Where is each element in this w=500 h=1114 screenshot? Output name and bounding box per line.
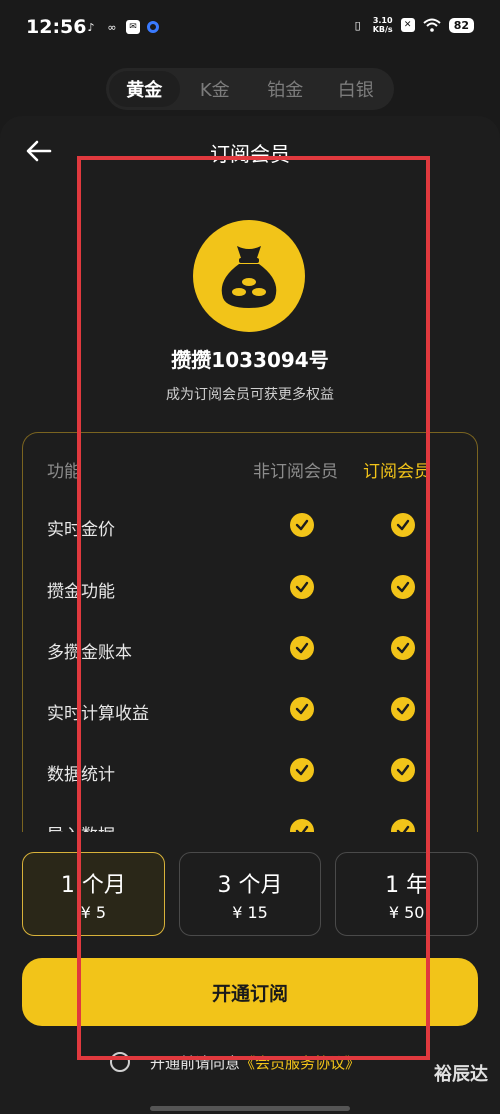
- check-icon: [391, 758, 415, 782]
- subscription-sheet: 订阅会员 攒攒1033094号 成为订阅会员可获更多权益 功能 非订阅会员 订阅…: [0, 116, 500, 1114]
- plan-price: ¥ 50: [388, 902, 425, 922]
- feature-name: 实时计算收益: [47, 704, 149, 724]
- vibrate-icon: ▯: [354, 18, 361, 32]
- link-icon: ∞: [107, 20, 117, 34]
- subscribe-button[interactable]: 开通订阅: [22, 958, 478, 1026]
- app-notification-icon: [147, 21, 159, 33]
- check-icon: [290, 575, 314, 599]
- feature-row: 多攒金账本: [23, 632, 477, 672]
- agreement-prefix: 开通前请同意: [150, 1053, 241, 1072]
- check-icon: [391, 636, 415, 660]
- tab-gold[interactable]: 黄金: [109, 71, 180, 107]
- member-benefit-subtitle: 成为订阅会员可获更多权益: [166, 387, 334, 403]
- home-indicator: [150, 1106, 350, 1111]
- username: 攒攒1033094号: [171, 348, 329, 372]
- plan-duration: 1 个月: [60, 872, 126, 898]
- agreement-row: 开通前请同意《会员服务协议》: [110, 1048, 360, 1076]
- features-header: 功能 非订阅会员 订阅会员: [23, 457, 477, 487]
- no-sim-icon: ✕: [400, 18, 415, 32]
- watermark: 裕辰达: [434, 1064, 488, 1085]
- avatar: [193, 220, 305, 332]
- check-icon: [290, 697, 314, 721]
- check-icon: [290, 819, 314, 832]
- plan-1-year[interactable]: 1 年 ¥ 50: [335, 852, 479, 936]
- feature-row: 攒金功能: [23, 571, 477, 611]
- feature-name: 攒金功能: [47, 582, 115, 602]
- features-comparison-card: 功能 非订阅会员 订阅会员 实时金价 攒金功能 多攒金账本 实时计算收益 数据统…: [22, 432, 478, 832]
- tiktok-icon: ♪: [87, 20, 95, 34]
- status-right-icons: ▯ 3.10 KB/s ✕ 82: [351, 16, 474, 34]
- plan-1-month[interactable]: 1 个月 ¥ 5: [22, 852, 165, 936]
- mail-icon: ✉: [126, 20, 140, 34]
- feature-name: 多攒金账本: [47, 643, 132, 663]
- plan-3-months[interactable]: 3 个月 ¥ 15: [178, 852, 322, 936]
- subscription-plans: 1 个月 ¥ 5 3 个月 ¥ 15 1 年 ¥ 50: [22, 852, 479, 936]
- feature-name: 导入数据: [47, 821, 115, 832]
- check-icon: [290, 636, 314, 660]
- check-icon: [290, 758, 314, 782]
- feature-name: 数据统计: [47, 765, 115, 785]
- status-bar: 12:56 ♪ ∞ ✉ ▯ 3.10 KB/s ✕ 82: [0, 0, 500, 60]
- net-speed-unit: KB/s: [372, 25, 393, 34]
- check-icon: [391, 513, 415, 537]
- feature-name: 实时金价: [47, 520, 115, 540]
- page-title: 订阅会员: [210, 142, 290, 166]
- plan-duration: 3 个月: [217, 872, 283, 898]
- plan-price: ¥ 15: [232, 902, 268, 922]
- tab-k-gold[interactable]: K金: [180, 71, 251, 107]
- net-speed: 3.10 KB/s: [373, 16, 393, 34]
- feature-row: 实时计算收益: [23, 693, 477, 733]
- status-time: 12:56: [26, 16, 87, 38]
- wifi-icon: [423, 18, 441, 32]
- feature-row: 数据统计: [23, 754, 477, 794]
- plan-price: ¥ 5: [80, 902, 107, 922]
- check-icon: [391, 819, 415, 832]
- column-non-member: 非订阅会员: [253, 462, 338, 482]
- check-icon: [290, 513, 314, 537]
- agreement-text: 开通前请同意《会员服务协议》: [150, 1052, 360, 1073]
- check-icon: [391, 697, 415, 721]
- metal-type-tabs: 黄金 K金 铂金 白银: [106, 68, 394, 110]
- feature-row: 实时金价: [23, 509, 477, 549]
- feature-row: 导入数据: [23, 815, 477, 832]
- check-icon: [391, 575, 415, 599]
- tab-silver[interactable]: 白银: [321, 71, 392, 107]
- service-agreement-link[interactable]: 《会员服务协议》: [240, 1054, 360, 1072]
- column-feature: 功能: [47, 462, 81, 482]
- tab-platinum[interactable]: 铂金: [250, 71, 321, 107]
- agreement-radio[interactable]: [110, 1052, 130, 1072]
- gold-bag-icon: [221, 246, 277, 308]
- column-member: 订阅会员: [363, 462, 431, 482]
- status-notification-icons: ♪ ∞ ✉: [84, 20, 159, 34]
- battery-indicator: 82: [448, 17, 474, 33]
- net-speed-value: 3.10: [372, 16, 393, 25]
- plan-duration: 1 年: [385, 872, 429, 898]
